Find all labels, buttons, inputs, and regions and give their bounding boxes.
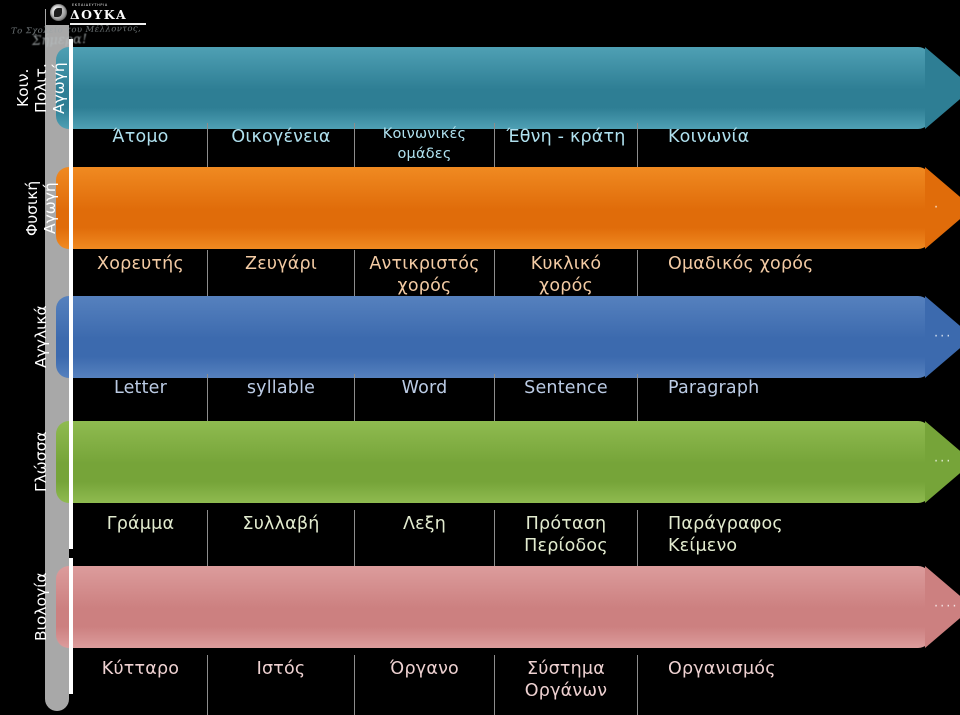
rail-divider xyxy=(69,39,73,175)
level-cell[interactable]: Λεξη xyxy=(355,510,495,572)
level-cell[interactable]: Γράμμα xyxy=(74,510,208,572)
bar-body xyxy=(56,296,931,378)
bar-body xyxy=(56,47,931,129)
rail-divider xyxy=(69,159,73,295)
rail-divider xyxy=(69,558,73,694)
level-cell[interactable]: Οργανισμός xyxy=(638,655,934,715)
level-cells-viologia: Κύτταρο Ιστός Όργανο Σύστημα Οργάνων Οργανισ… xyxy=(74,655,960,715)
bar-arrowhead-icon xyxy=(925,167,960,249)
bar-ellipsis: ··· xyxy=(934,329,953,345)
bar-ellipsis: · xyxy=(934,200,941,216)
owl-emblem-icon xyxy=(50,4,67,21)
bar-body xyxy=(56,421,931,503)
bar-arrowhead-icon xyxy=(925,47,960,129)
level-cell[interactable]: Συλλαβή xyxy=(208,510,355,572)
bar-body xyxy=(56,566,931,648)
bar-body xyxy=(56,167,931,249)
level-cell[interactable]: Όργανο xyxy=(355,655,495,715)
level-cell[interactable]: Σύστημα Οργάνων xyxy=(495,655,638,715)
rail-divider xyxy=(69,288,73,424)
bar-ellipsis: ··· xyxy=(934,454,953,470)
logo-badge: ΕΚΠΑΙΔΕΥΤΗΡΙΑ ΔΟΥΚΑ xyxy=(46,1,166,25)
school-logo: ΕΚΠΑΙΔΕΥΤΗΡΙΑ ΔΟΥΚΑ Το Σχολείο του Μέλλο… xyxy=(11,0,176,49)
level-cell[interactable]: Κύτταρο xyxy=(74,655,208,715)
level-cell[interactable]: Πρόταση Περίοδος xyxy=(495,510,638,572)
level-cell[interactable]: Ιστός xyxy=(208,655,355,715)
level-cell[interactable]: Παράγραφος Κείμενο xyxy=(638,510,934,572)
level-cells-glossa: Γράμμα Συλλαβή Λεξη Πρόταση Περίοδος Παράγρα… xyxy=(74,510,960,572)
slide-canvas: ΕΚΠΑΙΔΕΥΤΗΡΙΑ ΔΟΥΚΑ Το Σχολείο του Μέλλο… xyxy=(0,0,960,715)
rail-divider xyxy=(69,413,73,549)
logo-institution-name: ΔΟΥΚΑ xyxy=(70,7,128,22)
bar-ellipsis: ···· xyxy=(934,599,959,615)
